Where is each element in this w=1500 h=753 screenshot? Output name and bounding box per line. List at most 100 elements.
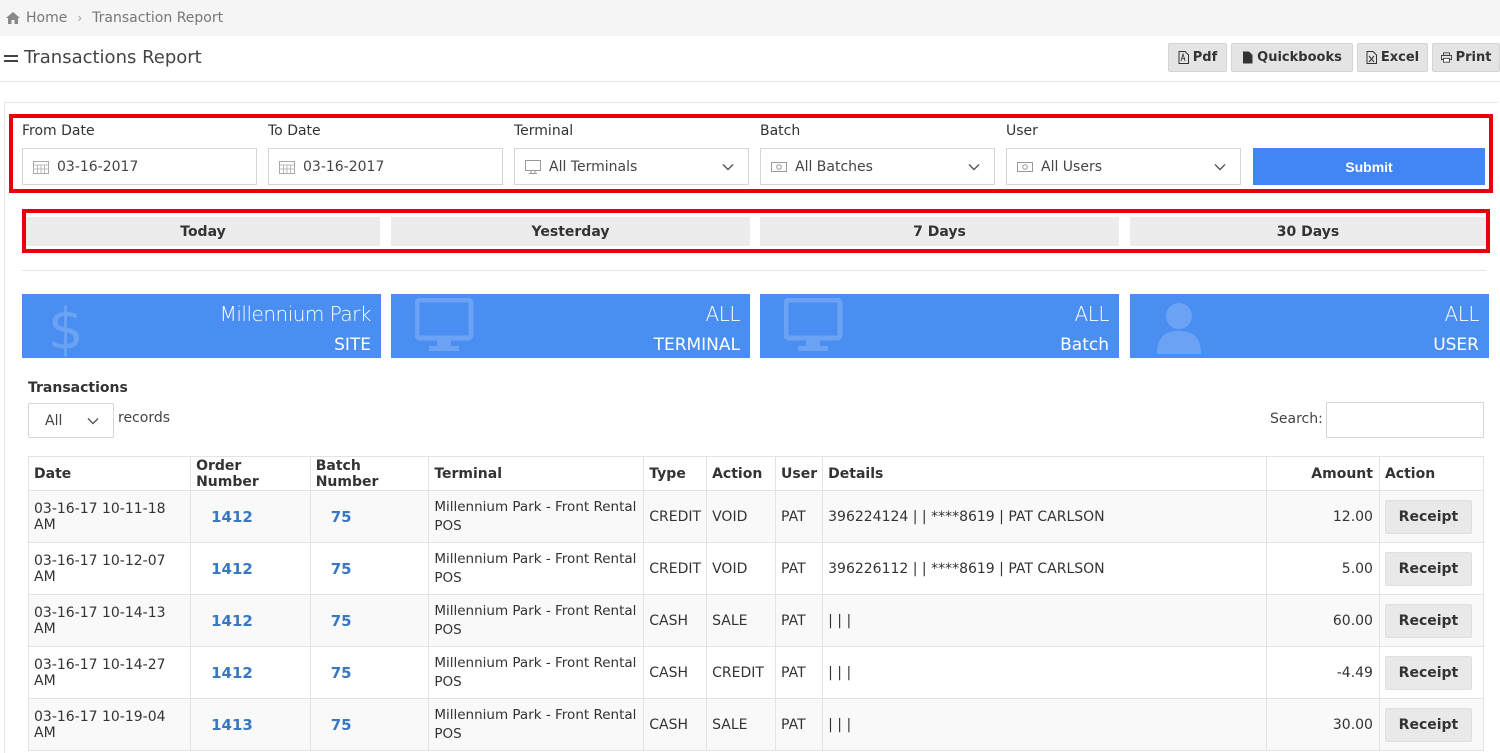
quickbooks-button[interactable]: Quickbooks (1231, 43, 1353, 72)
cell-user: PAT (775, 646, 824, 699)
panel-top-border (4, 102, 1498, 103)
excel-button[interactable]: Excel (1357, 43, 1428, 72)
to-date-input[interactable]: 03-16-2017 (268, 148, 503, 185)
cell-user: PAT (775, 542, 824, 595)
cell-details: 396226112 | | ****8619 | PAT CARLSON (822, 542, 1268, 595)
cell-receipt: Receipt (1378, 646, 1485, 699)
user-select[interactable]: All Users (1006, 148, 1241, 185)
cell-terminal: Millennium Park - Front Rental POS (428, 594, 645, 647)
receipt-button[interactable]: Receipt (1384, 655, 1472, 690)
receipt-button[interactable]: Receipt (1384, 551, 1472, 586)
batch-card-value: ALL (1074, 302, 1110, 326)
column-header-order-number[interactable]: Order Number (190, 456, 311, 491)
terminal-card-value: ALL (705, 302, 741, 326)
receipt-button[interactable]: Receipt (1384, 707, 1472, 742)
terminal-select[interactable]: All Terminals (514, 148, 749, 185)
cell-type: CASH (643, 594, 708, 647)
batch-number-link[interactable]: 75 (309, 594, 430, 647)
cell-amount: 12.00 (1266, 490, 1380, 543)
site-card: $ Millennium Park SITE (22, 294, 381, 358)
search-label: Search: (1270, 411, 1323, 427)
table-row: 03-16-17 10-19-04 AM 1413 75 Millennium … (27, 698, 1485, 751)
column-header-batch-number[interactable]: Batch Number (309, 456, 430, 491)
batch-number-link[interactable]: 75 (309, 646, 430, 699)
cell-date: 03-16-17 10-14-27 AM (27, 646, 192, 699)
table-header-row: Date Order Number Batch Number Terminal … (27, 456, 1485, 491)
column-header-amount[interactable]: Amount (1266, 456, 1380, 491)
chevron-right-icon: › (77, 11, 83, 25)
cell-details: | | | (822, 646, 1268, 699)
to-date-label: To Date (268, 123, 321, 139)
breadcrumb-home-link[interactable]: Home (26, 10, 67, 26)
order-number-link[interactable]: 1412 (190, 594, 311, 647)
column-header-terminal[interactable]: Terminal (428, 456, 645, 491)
7-days-button[interactable]: 7 Days (760, 217, 1119, 246)
submit-button[interactable]: Submit (1253, 148, 1485, 185)
cell-amount: 30.00 (1266, 698, 1380, 751)
batch-number-link[interactable]: 75 (309, 698, 430, 751)
order-number-link[interactable]: 1412 (190, 646, 311, 699)
cell-action: SALE (706, 594, 777, 647)
cell-type: CREDIT (643, 490, 708, 543)
search-input[interactable] (1326, 402, 1484, 438)
chevron-down-icon (1214, 164, 1226, 171)
order-number-link[interactable]: 1412 (190, 542, 311, 595)
panel-left-border (4, 102, 5, 753)
terminal-card-label: TERMINAL (653, 335, 740, 355)
file-excel-icon (1366, 51, 1377, 64)
batch-select[interactable]: All Batches (760, 148, 995, 185)
calendar-icon (33, 160, 49, 174)
records-length-select[interactable]: All (28, 403, 114, 438)
30-days-button[interactable]: 30 Days (1130, 217, 1486, 246)
column-header-action[interactable]: Action (706, 456, 777, 491)
column-header-date[interactable]: Date (27, 456, 192, 491)
order-number-link[interactable]: 1413 (190, 698, 311, 751)
cell-receipt: Receipt (1378, 698, 1485, 751)
monitor-icon (525, 159, 541, 174)
cell-amount: -4.49 (1266, 646, 1380, 699)
cell-type: CREDIT (643, 542, 708, 595)
table-row: 03-16-17 10-11-18 AM 1412 75 Millennium … (27, 490, 1485, 543)
table-row: 03-16-17 10-14-13 AM 1412 75 Millennium … (27, 594, 1485, 647)
receipt-button[interactable]: Receipt (1384, 499, 1472, 534)
batch-card-label: Batch (1060, 335, 1109, 355)
today-button[interactable]: Today (26, 217, 380, 246)
breadcrumb-current: Transaction Report (92, 10, 224, 26)
chevron-down-icon (722, 164, 734, 171)
cell-date: 03-16-17 10-19-04 AM (27, 698, 192, 751)
cell-user: PAT (775, 594, 824, 647)
transactions-title: Transactions (28, 380, 128, 396)
user-icon (1157, 303, 1201, 354)
order-number-link[interactable]: 1412 (190, 490, 311, 543)
cell-date: 03-16-17 10-11-18 AM (27, 490, 192, 543)
cell-receipt: Receipt (1378, 542, 1485, 595)
cell-details: 396224124 | | ****8619 | PAT CARLSON (822, 490, 1268, 543)
yesterday-button[interactable]: Yesterday (391, 217, 750, 246)
from-date-input[interactable]: 03-16-2017 (22, 148, 257, 185)
user-label: User (1006, 123, 1038, 139)
column-header-details[interactable]: Details (822, 456, 1268, 491)
cell-user: PAT (775, 698, 824, 751)
breadcrumb: Home › Transaction Report (0, 0, 1500, 36)
column-header-type[interactable]: Type (643, 456, 708, 491)
print-button[interactable]: Print (1432, 43, 1500, 72)
batch-number-link[interactable]: 75 (309, 542, 430, 595)
cell-type: CASH (643, 698, 708, 751)
cell-details: | | | (822, 594, 1268, 647)
receipt-button[interactable]: Receipt (1384, 603, 1472, 638)
divider (22, 270, 1486, 271)
cell-receipt: Receipt (1378, 594, 1485, 647)
column-header-user[interactable]: User (775, 456, 824, 491)
transactions-table: Date Order Number Batch Number Terminal … (27, 456, 1485, 751)
batch-number-link[interactable]: 75 (309, 490, 430, 543)
cell-terminal: Millennium Park - Front Rental POS (428, 490, 645, 543)
svg-text:$: $ (48, 298, 84, 358)
cell-receipt: Receipt (1378, 490, 1485, 543)
pdf-button[interactable]: Pdf (1168, 43, 1227, 72)
print-icon (1440, 52, 1452, 63)
terminal-card: ALL TERMINAL (391, 294, 750, 358)
table-row: 03-16-17 10-12-07 AM 1412 75 Millennium … (27, 542, 1485, 595)
user-card-label: USER (1433, 335, 1479, 355)
cell-amount: 60.00 (1266, 594, 1380, 647)
site-card-value: Millennium Park (219, 302, 372, 326)
